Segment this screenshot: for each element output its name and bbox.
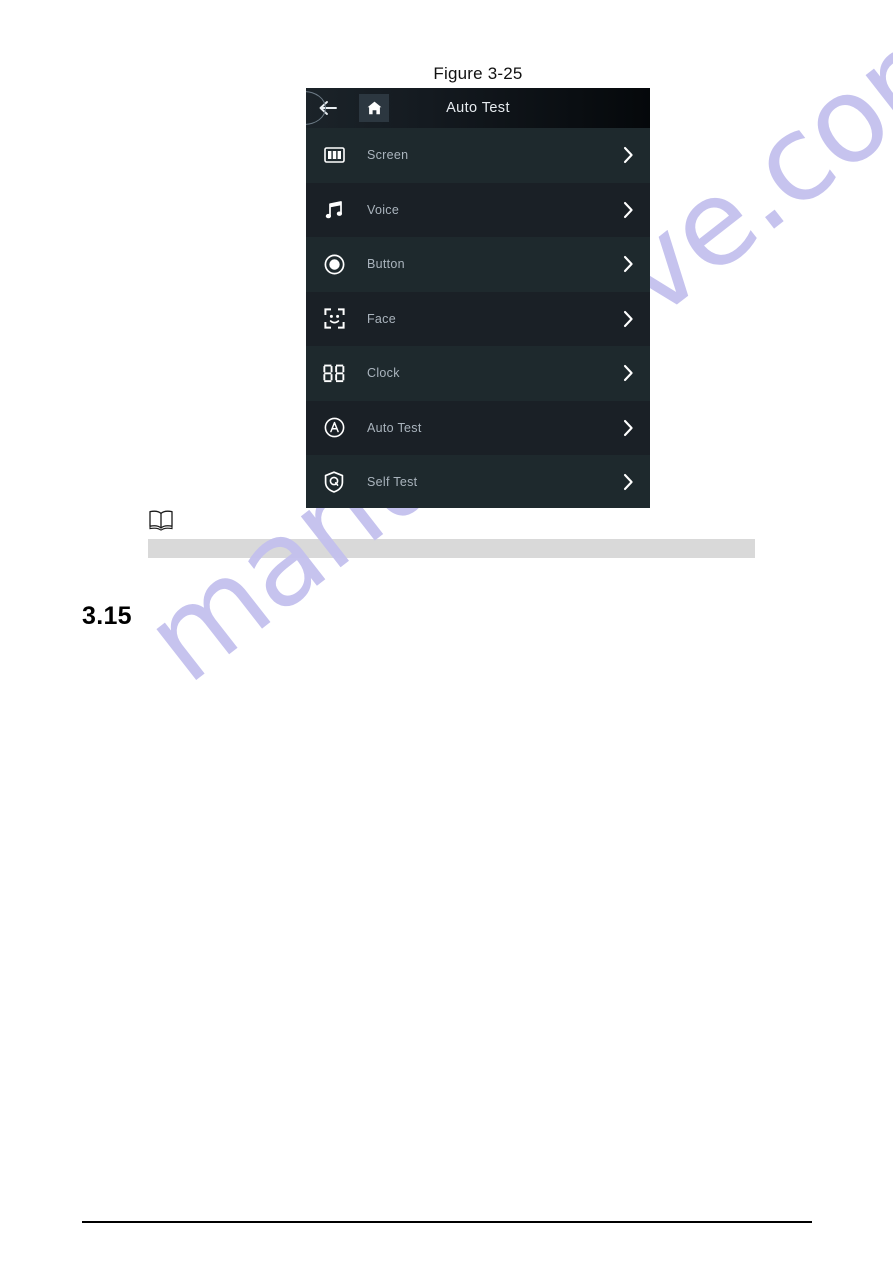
menu-label: Auto Test	[367, 420, 422, 435]
menu-label: Clock	[367, 366, 400, 381]
device-screenshot: Auto Test Screen Voice Button Face Clock…	[306, 88, 650, 508]
menu-label: Screen	[367, 148, 409, 163]
redacted-note-bar	[148, 539, 755, 558]
chevron-right-icon[interactable]	[620, 199, 636, 221]
auto-test-icon	[323, 417, 345, 439]
menu-row-button[interactable]: Button	[306, 237, 650, 292]
section-heading: 3.15	[82, 602, 132, 630]
menu-row-face[interactable]: Face	[306, 291, 650, 346]
menu-row-voice[interactable]: Voice	[306, 182, 650, 237]
chevron-right-icon[interactable]	[620, 144, 636, 166]
shield-self-test-icon	[323, 471, 345, 493]
chevron-right-icon[interactable]	[620, 253, 636, 275]
figure-caption: Figure 3-25	[433, 64, 523, 83]
menu-row-auto-test[interactable]: Auto Test	[306, 400, 650, 455]
music-note-icon	[323, 199, 345, 221]
menu-row-clock[interactable]: Clock	[306, 346, 650, 401]
menu-row-self-test[interactable]: Self Test	[306, 455, 650, 508]
chevron-right-icon[interactable]	[620, 417, 636, 439]
menu-label: Voice	[367, 202, 400, 217]
digital-clock-icon	[323, 362, 345, 384]
document-page: Figure 3-25 Auto Test Screen Voice Butto…	[0, 0, 893, 1263]
chevron-right-icon[interactable]	[620, 308, 636, 330]
chevron-right-icon[interactable]	[620, 471, 636, 493]
device-header-bar: Auto Test	[306, 88, 650, 128]
chevron-right-icon[interactable]	[620, 362, 636, 384]
button-circle-icon	[323, 253, 345, 275]
open-book-icon	[148, 509, 174, 531]
menu-row-screen[interactable]: Screen	[306, 128, 650, 183]
face-detect-icon	[323, 308, 345, 330]
menu-label: Self Test	[367, 475, 418, 490]
screen-icon	[323, 144, 345, 166]
menu-label: Face	[367, 311, 396, 326]
footer-divider	[82, 1221, 812, 1223]
device-title: Auto Test	[446, 100, 510, 116]
menu-label: Button	[367, 257, 405, 272]
